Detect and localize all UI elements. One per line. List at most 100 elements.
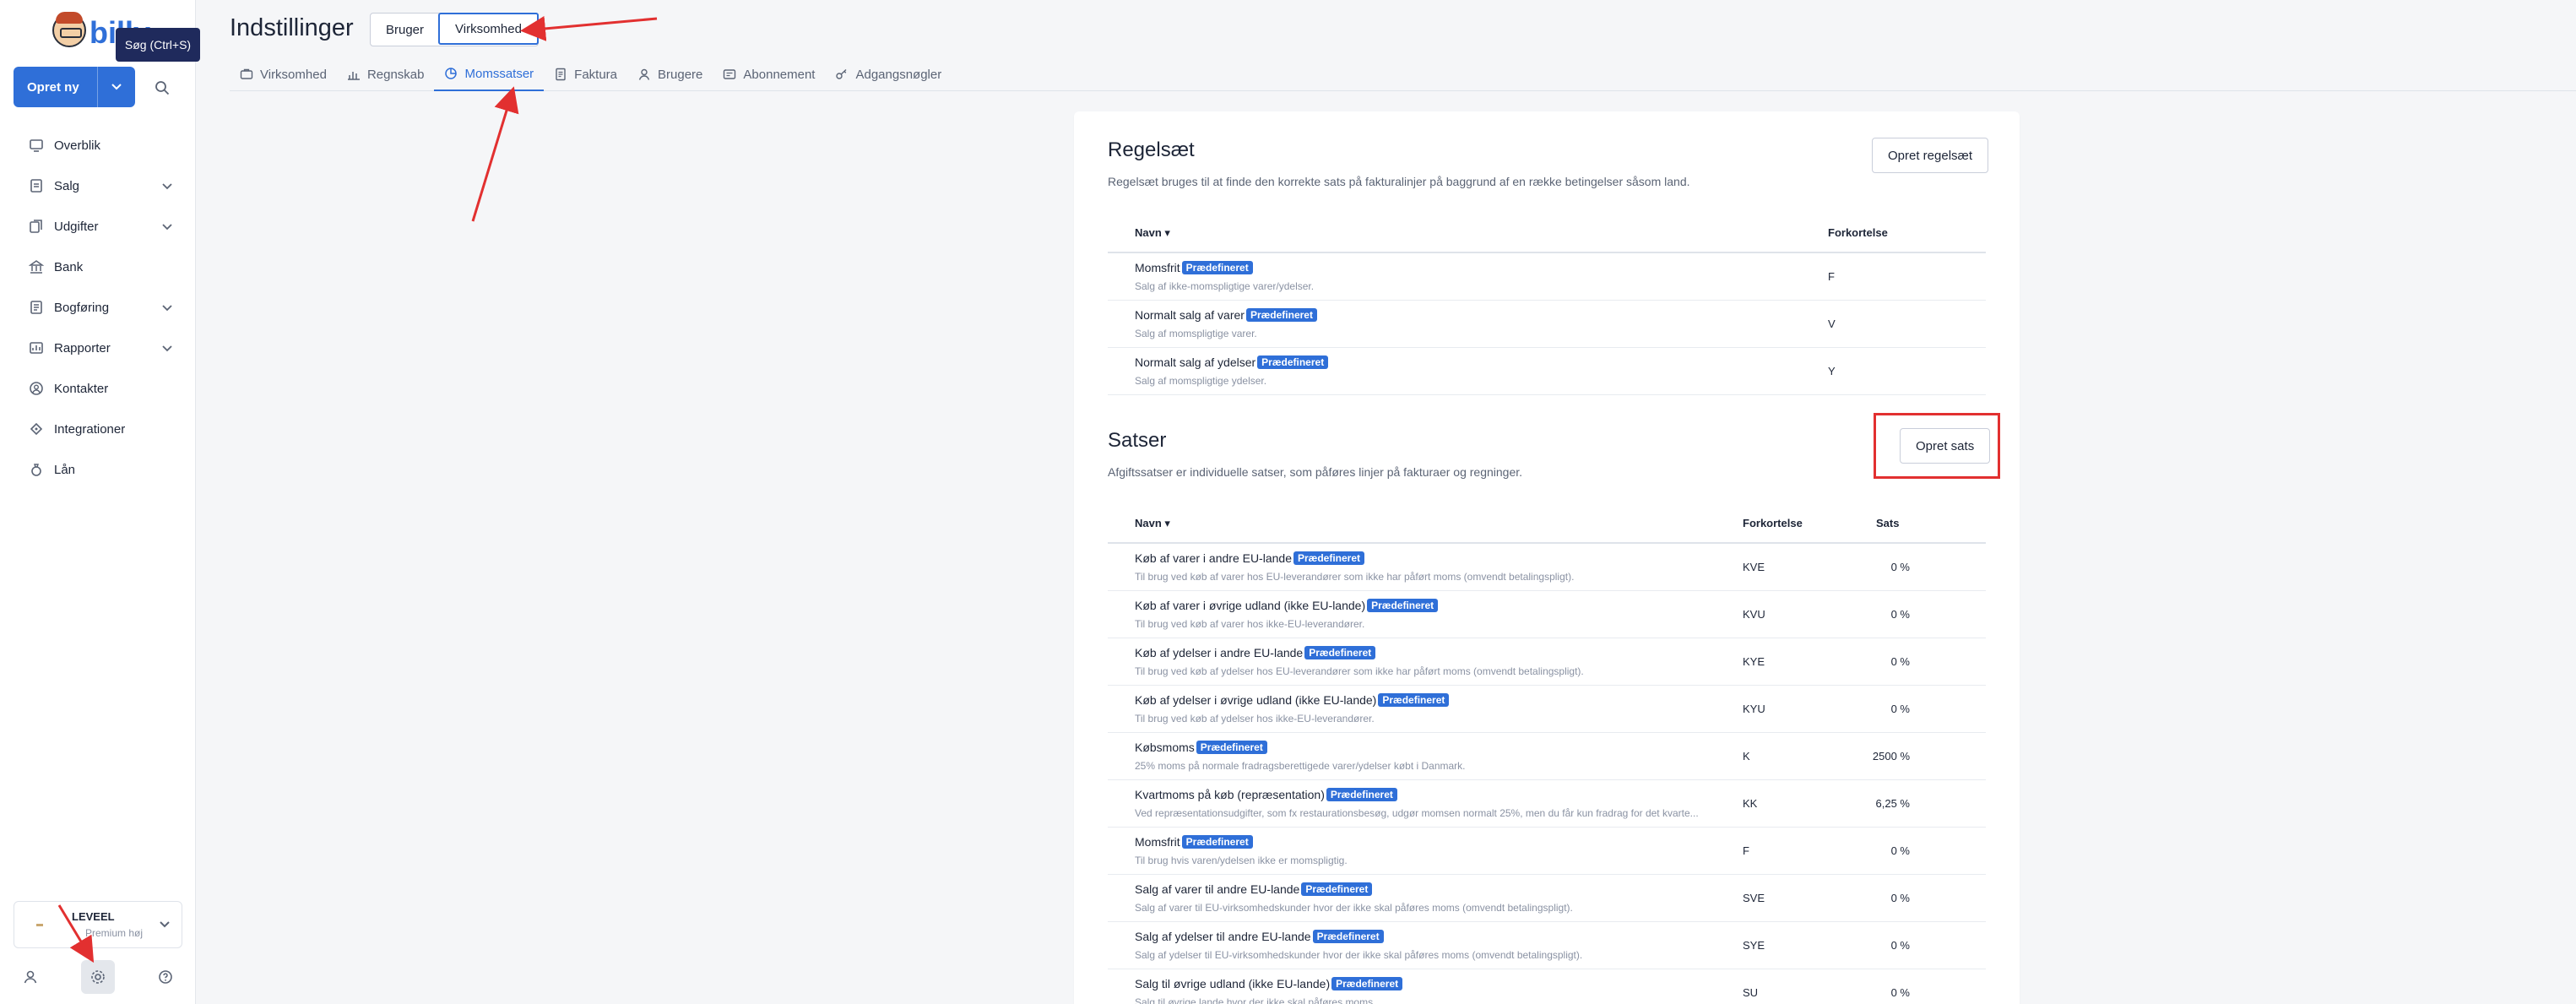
row-description: Til brug ved køb af ydelser hos EU-lever…: [1135, 665, 1584, 677]
user-icon[interactable]: [14, 960, 47, 994]
predefined-badge: Prædefineret: [1326, 788, 1397, 801]
tab-label: Abonnement: [743, 67, 816, 82]
table-row[interactable]: Normalt salg af ydelser Prædefineret Salg …: [1108, 348, 1986, 395]
sidebar-item-integrationer[interactable]: Integrationer: [0, 409, 196, 449]
scope-tabs: Bruger Virksomhed: [370, 13, 539, 46]
chevron-down-icon[interactable]: [162, 341, 172, 355]
tab-momssatser[interactable]: Momssatser: [434, 57, 545, 91]
chevron-down-icon[interactable]: [162, 220, 172, 234]
name-column-header[interactable]: Navn ▾: [1135, 517, 1170, 530]
row-abbreviation: K: [1743, 750, 1750, 762]
row-description: Salg af varer til EU-virksomhedskunder h…: [1135, 902, 1573, 914]
sales-icon: [27, 176, 46, 195]
sidebar-item-lån[interactable]: Lån: [0, 449, 196, 490]
rulesets-table: Navn ▾ Forkortelse Momsfrit Prædefineret S…: [1108, 211, 1986, 395]
predefined-badge: Prædefineret: [1378, 693, 1450, 707]
sidebar-item-overblik[interactable]: Overblik: [0, 125, 196, 166]
rates-table-header: Navn ▾ Forkortelse Sats: [1108, 502, 1986, 544]
company-switcher[interactable]: LEVEEL Premium høj: [14, 901, 182, 948]
chevron-down-icon[interactable]: [162, 301, 172, 315]
row-description: Salg af ikke-momspligtige varer/ydelser.: [1135, 280, 1315, 292]
row-rate: 6,25 %: [1875, 797, 1910, 810]
rates-description: Afgiftssatser er individuelle satser, so…: [1108, 465, 1523, 479]
tab-brugere[interactable]: Brugere: [627, 57, 713, 91]
bookkeeping-icon: [27, 298, 46, 317]
row-name: Kvartmoms på køb (repræsentation): [1135, 788, 1325, 801]
sidebar-item-salg[interactable]: Salg: [0, 166, 196, 206]
sidebar-item-udgifter[interactable]: Udgifter: [0, 206, 196, 247]
name-column-header[interactable]: Navn ▾: [1135, 226, 1170, 240]
page-title: Indstillinger: [230, 14, 354, 41]
company-plan: Premium høj: [85, 927, 144, 939]
sidebar-item-bank[interactable]: Bank: [0, 247, 196, 287]
row-name: Køb af ydelser i øvrige udland (ikke EU-…: [1135, 693, 1377, 707]
vat-settings-card: Regelsæt Regelsæt bruges til at finde de…: [1074, 111, 2020, 1004]
predefined-badge: Prædefineret: [1181, 835, 1253, 849]
help-icon[interactable]: [149, 960, 182, 994]
search-icon[interactable]: [145, 71, 179, 105]
row-rate: 0 %: [1890, 844, 1910, 857]
row-description: Til brug ved køb af varer hos ikke-EU-le…: [1135, 618, 1365, 630]
table-row[interactable]: Køb af varer i øvrige udland (ikke EU-la…: [1108, 591, 1986, 638]
row-name: Køb af varer i øvrige udland (ikke EU-la…: [1135, 599, 1366, 612]
row-description: Salg til øvrige lande hvor der ikke skal…: [1135, 996, 1376, 1004]
briefcase-icon: [240, 68, 253, 81]
rate-column-header: Sats: [1876, 517, 1900, 529]
tab-abonnement[interactable]: Abonnement: [713, 57, 825, 91]
row-rate: 0 %: [1890, 703, 1910, 715]
chevron-down-icon[interactable]: [98, 84, 135, 90]
table-row[interactable]: Momsfrit Prædefineret Salg af ikke-momspli…: [1108, 253, 1986, 301]
tab-label: Brugere: [658, 67, 703, 82]
row-rate: 0 %: [1890, 986, 1910, 999]
tab-label: Momssatser: [464, 66, 534, 81]
create-ruleset-button[interactable]: Opret regelsæt: [1872, 138, 1989, 173]
table-row[interactable]: Køb af ydelser i andre EU-lande Prædefine…: [1108, 638, 1986, 686]
company-logo-icon: [36, 924, 43, 926]
row-name: Købsmoms: [1135, 741, 1195, 754]
chevron-down-icon[interactable]: [162, 179, 172, 193]
overview-icon: [27, 136, 46, 155]
row-abbreviation: SU: [1743, 986, 1759, 999]
row-name: Køb af ydelser i andre EU-lande: [1135, 646, 1304, 659]
row-name: Køb af varer i andre EU-lande: [1135, 551, 1292, 565]
sidebar-item-kontakter[interactable]: Kontakter: [0, 368, 196, 409]
settings-tabs: Virksomhed Regnskab Momssatser Faktura Bruge…: [230, 57, 2576, 91]
row-description: Salg af ydelser til EU-virksomhedskunder…: [1135, 949, 1583, 961]
table-row[interactable]: Momsfrit Prædefineret Til brug hvis varen/…: [1108, 828, 1986, 875]
row-abbreviation: Y: [1828, 365, 1836, 377]
row-name: Momsfrit: [1135, 835, 1180, 849]
sidebar-item-label: Salg: [54, 178, 80, 193]
table-row[interactable]: Køb af ydelser i øvrige udland (ikke EU-…: [1108, 686, 1986, 733]
tab-virksomhed[interactable]: Virksomhed: [230, 57, 337, 91]
predefined-badge: Prædefineret: [1257, 355, 1329, 369]
table-row[interactable]: Kvartmoms på køb (repræsentation) Prædefi…: [1108, 780, 1986, 828]
sidebar-item-bogføring[interactable]: Bogføring: [0, 287, 196, 328]
table-row[interactable]: Salg af varer til andre EU-lande Prædefin…: [1108, 875, 1986, 922]
predefined-badge: Prædefineret: [1304, 646, 1376, 659]
scope-tab-bruger[interactable]: Bruger: [371, 14, 439, 46]
logo-icon[interactable]: [52, 12, 86, 47]
tab-adgangsnøgler[interactable]: Adgangsnøgler: [825, 57, 952, 91]
tab-regnskab[interactable]: Regnskab: [337, 57, 435, 91]
table-row[interactable]: Salg af ydelser til andre EU-lande Prædef…: [1108, 922, 1986, 969]
scope-tab-virksomhed[interactable]: Virksomhed: [438, 13, 539, 45]
gear-icon[interactable]: [81, 960, 115, 994]
row-abbreviation: F: [1828, 270, 1835, 283]
create-new-button[interactable]: Opret ny: [14, 67, 135, 107]
table-row[interactable]: Køb af varer i andre EU-lande Prædefinere…: [1108, 544, 1986, 591]
tab-label: Virksomhed: [260, 67, 327, 82]
table-row[interactable]: Købsmoms Prædefineret 25% moms på normale …: [1108, 733, 1986, 780]
tab-faktura[interactable]: Faktura: [544, 57, 627, 91]
row-abbreviation: KYE: [1743, 655, 1765, 668]
table-row[interactable]: Normalt salg af varer Prædefineret Salg af…: [1108, 301, 1986, 348]
table-row[interactable]: Salg til øvrige udland (ikke EU-lande) Pr…: [1108, 969, 1986, 1004]
chevron-down-icon: [160, 917, 170, 932]
predefined-badge: Prædefineret: [1196, 741, 1267, 754]
sidebar-item-label: Bogføring: [54, 300, 110, 315]
sidebar: billy Søg (Ctrl+S) Opret ny OverblikSalg…: [0, 0, 200, 1004]
sidebar-item-rapporter[interactable]: Rapporter: [0, 328, 196, 368]
rulesets-title: Regelsæt: [1108, 138, 1195, 161]
row-abbreviation: SYE: [1743, 939, 1765, 952]
row-rate: 0 %: [1890, 655, 1910, 668]
predefined-badge: Prædefineret: [1367, 599, 1439, 612]
